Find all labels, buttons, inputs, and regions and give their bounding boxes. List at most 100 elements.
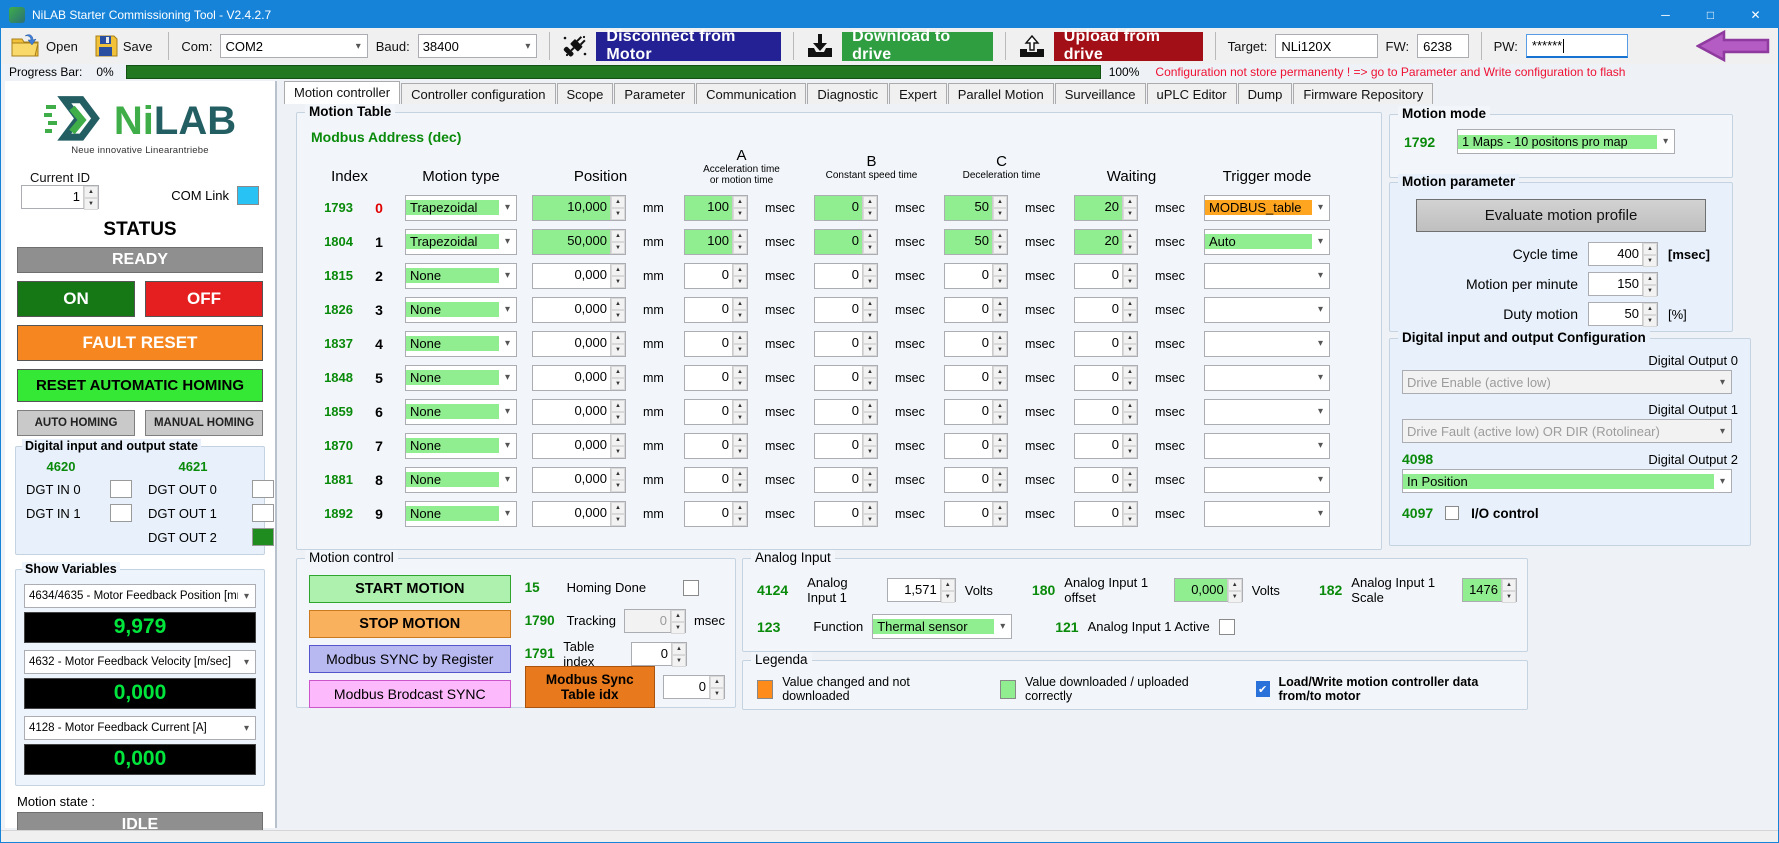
on-button[interactable]: ON	[17, 281, 135, 317]
constant-speed-time-spinner[interactable]: 0 ▲ ▼	[814, 364, 878, 391]
tab-dump[interactable]: Dump	[1237, 83, 1293, 104]
io-control-checkbox[interactable]	[1445, 506, 1460, 520]
spinner-arrows-icon[interactable]: ▲ ▼	[992, 467, 1007, 492]
save-button[interactable]: Save	[90, 32, 157, 60]
constant-speed-time-spinner[interactable]: 0 ▲ ▼	[814, 500, 878, 527]
spinner-arrows-icon[interactable]: ▲ ▼	[992, 331, 1007, 356]
target-field[interactable]: NLi120X	[1275, 34, 1378, 58]
waiting-spinner[interactable]: 0 ▲ ▼	[1074, 398, 1138, 425]
motion-type-select[interactable]: None ▾	[405, 500, 517, 527]
scale-spinner[interactable]: 1476 ▲ ▼	[1462, 578, 1517, 603]
spinner-arrows-icon[interactable]: ▲ ▼	[732, 365, 747, 390]
tab-controller-configuration[interactable]: Controller configuration	[401, 83, 556, 104]
tab-parallel-motion[interactable]: Parallel Motion	[947, 83, 1054, 104]
off-button[interactable]: OFF	[145, 281, 263, 317]
spinner-arrows-icon[interactable]: ▲ ▼	[862, 365, 877, 390]
spinner-arrows-icon[interactable]: ▲ ▼	[992, 229, 1007, 254]
position-spinner[interactable]: 0,000 ▲ ▼	[532, 500, 626, 527]
constant-speed-time-spinner[interactable]: 0 ▲ ▼	[814, 194, 878, 221]
modbus-broadcast-sync-button[interactable]: Modbus Brodcast SYNC	[309, 680, 511, 708]
spinner-arrows-icon[interactable]: ▲ ▼	[610, 501, 625, 526]
spinner-arrows-icon[interactable]: ▲ ▼	[610, 399, 625, 424]
spinner-arrows-icon[interactable]: ▲ ▼	[862, 229, 877, 254]
homing-done-checkbox[interactable]	[683, 579, 699, 596]
upload-from-drive-button[interactable]: Upload from drive	[1053, 28, 1203, 63]
spinner-arrows-icon[interactable]: ▲ ▼	[1226, 579, 1242, 603]
motion-type-select[interactable]: Trapezoidal ▾	[405, 194, 517, 221]
waiting-spinner[interactable]: 0 ▲ ▼	[1074, 296, 1138, 323]
spinner-arrows-icon[interactable]: ▲ ▼	[862, 263, 877, 288]
tab-parameter[interactable]: Parameter	[614, 83, 696, 104]
spinner-arrows-icon[interactable]: ▲ ▼	[992, 501, 1007, 526]
spinner-arrows-icon[interactable]: ▲ ▼	[862, 399, 877, 424]
waiting-spinner[interactable]: 0 ▲ ▼	[1074, 466, 1138, 493]
deceleration-time-spinner[interactable]: 50 ▲ ▼	[944, 194, 1008, 221]
trigger-mode-select[interactable]: ▾	[1204, 364, 1330, 391]
motion-type-select[interactable]: None ▾	[405, 262, 517, 289]
position-spinner[interactable]: 0,000 ▲ ▼	[532, 262, 626, 289]
spinner-arrows-icon[interactable]: ▲ ▼	[992, 195, 1007, 220]
spinner-arrows-icon[interactable]: ▲ ▼	[732, 331, 747, 356]
open-button[interactable]: Open	[7, 32, 82, 60]
position-spinner[interactable]: 0,000 ▲ ▼	[532, 296, 626, 323]
deceleration-time-spinner[interactable]: 0 ▲ ▼	[944, 432, 1008, 459]
acceleration-time-spinner[interactable]: 100 ▲ ▼	[684, 194, 748, 221]
acceleration-time-spinner[interactable]: 0 ▲ ▼	[684, 432, 748, 459]
trigger-mode-select[interactable]: MODBUS_table ▾	[1204, 194, 1330, 221]
stop-motion-button[interactable]: STOP MOTION	[309, 610, 511, 638]
spinner-arrows-icon[interactable]: ▲ ▼	[732, 433, 747, 458]
spinner-arrows-icon[interactable]: ▲ ▼	[610, 195, 625, 220]
pw-field[interactable]: ******	[1525, 34, 1628, 58]
spinner-arrows-icon[interactable]: ▲ ▼	[1122, 229, 1137, 254]
acceleration-time-spinner[interactable]: 0 ▲ ▼	[684, 364, 748, 391]
tab-uplc-editor[interactable]: uPLC Editor	[1146, 83, 1237, 104]
manual-homing-button[interactable]: MANUAL HOMING	[145, 410, 263, 436]
constant-speed-time-spinner[interactable]: 0 ▲ ▼	[814, 466, 878, 493]
digital-output2-select[interactable]: In Position ▾	[1402, 469, 1732, 493]
spinner-arrows-icon[interactable]: ▲ ▼	[610, 263, 625, 288]
waiting-spinner[interactable]: 0 ▲ ▼	[1074, 500, 1138, 527]
spinner-arrows-icon[interactable]: ▲ ▼	[1122, 501, 1137, 526]
spinner-arrows-icon[interactable]: ▲ ▼	[610, 433, 625, 458]
deceleration-time-spinner[interactable]: 0 ▲ ▼	[944, 296, 1008, 323]
tracking-spinner[interactable]: 0 ▲ ▼	[623, 608, 686, 634]
spinner-arrows-icon[interactable]: ▲ ▼	[862, 331, 877, 356]
variable-select-1[interactable]: 4632 - Motor Feedback Velocity [m/sec] ▾	[24, 650, 256, 674]
load-write-checkbox[interactable]: ✔	[1255, 681, 1270, 697]
spinner-arrows-icon[interactable]: ▲ ▼	[862, 297, 877, 322]
motion-type-select[interactable]: None ▾	[405, 466, 517, 493]
spinner-arrows-icon[interactable]: ▲ ▼	[992, 365, 1007, 390]
trigger-mode-select[interactable]: Auto ▾	[1204, 228, 1330, 255]
deceleration-time-spinner[interactable]: 0 ▲ ▼	[944, 364, 1008, 391]
motion-type-select[interactable]: None ▾	[405, 432, 517, 459]
offset-spinner[interactable]: 0,000 ▲ ▼	[1174, 578, 1243, 603]
spinner-arrows-icon[interactable]: ▲ ▼	[610, 365, 625, 390]
download-to-drive-button[interactable]: Download to drive	[842, 28, 993, 63]
fw-field[interactable]: 6238	[1417, 34, 1469, 58]
tab-surveillance[interactable]: Surveillance	[1054, 83, 1146, 104]
spinner-arrows-icon[interactable]: ▲ ▼	[862, 433, 877, 458]
constant-speed-time-spinner[interactable]: 0 ▲ ▼	[814, 262, 878, 289]
tab-motion-controller[interactable]: Motion controller	[284, 81, 401, 104]
variable-select-2[interactable]: 4128 - Motor Feedback Current [A] ▾	[24, 716, 256, 740]
table-index-spinner[interactable]: 0 ▲ ▼	[630, 641, 687, 667]
position-spinner[interactable]: 10,000 ▲ ▼	[532, 194, 626, 221]
spinner-arrows-icon[interactable]: ▲ ▼	[862, 501, 877, 526]
tab-firmware-repository[interactable]: Firmware Repository	[1293, 83, 1434, 104]
motion-mode-select[interactable]: 1 Maps - 10 positons pro map ▾	[1457, 129, 1676, 154]
fault-reset-button[interactable]: FAULT RESET	[17, 325, 263, 361]
baud-select[interactable]: 38400 ▾	[417, 34, 538, 58]
spinner-arrows-icon[interactable]: ▲ ▼	[862, 195, 877, 220]
trigger-mode-select[interactable]: ▾	[1204, 500, 1330, 527]
analog-input1-active-checkbox[interactable]	[1218, 618, 1235, 635]
spinner-arrows-icon[interactable]: ▲ ▼	[732, 195, 747, 220]
spinner-arrows-icon[interactable]: ▲ ▼	[732, 399, 747, 424]
motion-type-select[interactable]: Trapezoidal ▾	[405, 228, 517, 255]
tab-diagnostic[interactable]: Diagnostic	[807, 83, 889, 104]
com-select[interactable]: COM2 ▾	[220, 34, 368, 58]
acceleration-time-spinner[interactable]: 0 ▲ ▼	[684, 466, 748, 493]
constant-speed-time-spinner[interactable]: 0 ▲ ▼	[814, 228, 878, 255]
sync-table-idx-spinner[interactable]: 0 ▲ ▼	[663, 674, 725, 700]
position-spinner[interactable]: 0,000 ▲ ▼	[532, 466, 626, 493]
analog-input1-spinner[interactable]: 1,571 ▲ ▼	[887, 578, 956, 603]
